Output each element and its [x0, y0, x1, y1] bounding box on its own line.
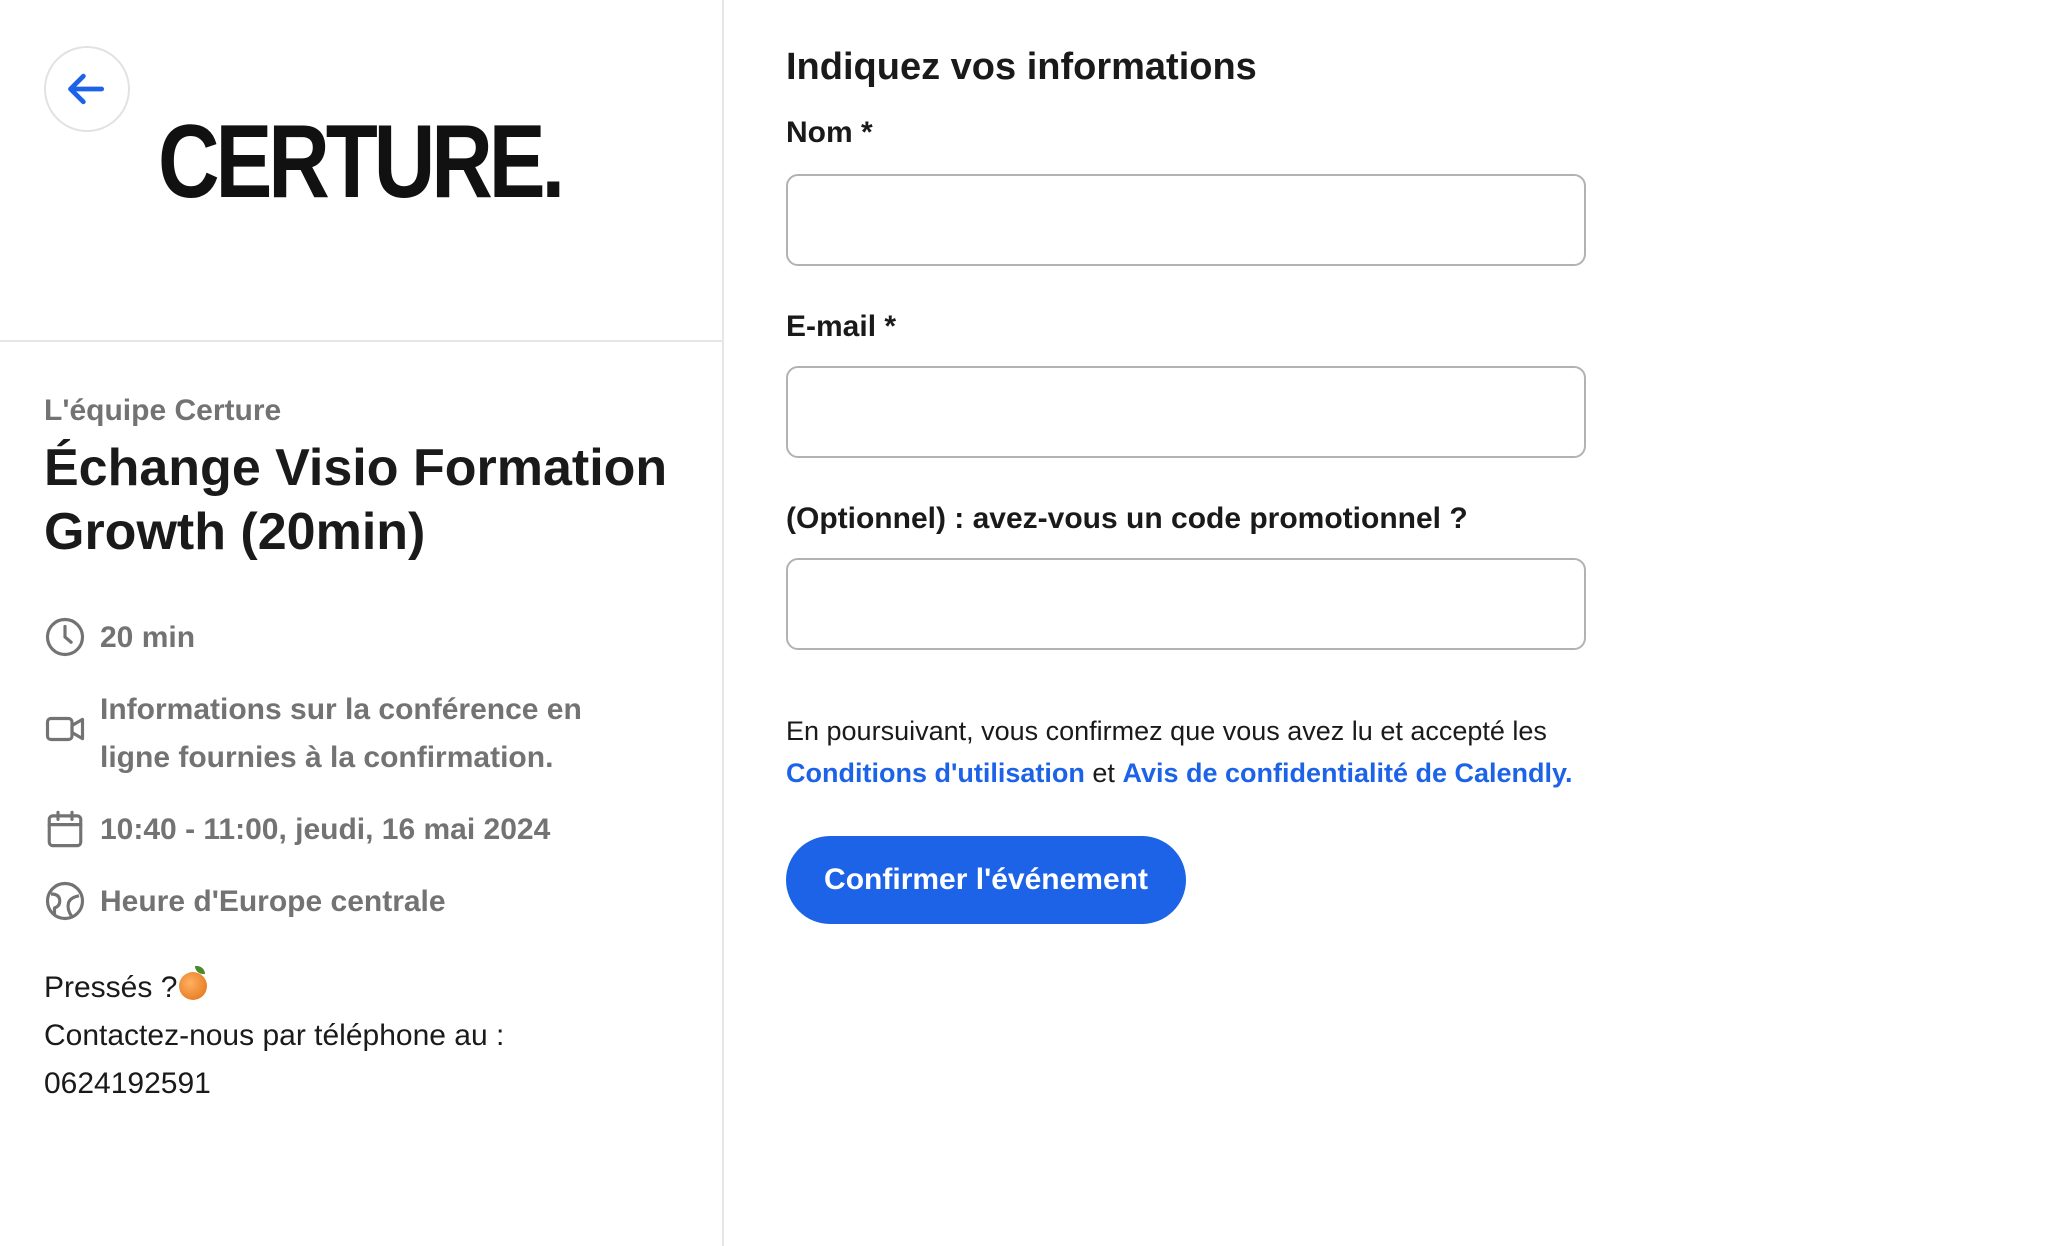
- globe-icon: [45, 881, 85, 921]
- duration-detail: 20 min: [44, 614, 620, 662]
- timezone-text: Heure d'Europe centrale: [100, 885, 446, 918]
- conference-info-text: Informations sur la conférence en ligne …: [100, 693, 582, 774]
- contact-note: Pressés ? Contactez-nous par téléphone a…: [44, 964, 504, 1108]
- confirm-event-button[interactable]: Confirmer l'événement: [786, 836, 1186, 924]
- consent-conjunction: et: [1092, 758, 1115, 788]
- promo-code-label: (Optionnel) : avez-vous un code promotio…: [786, 502, 1468, 535]
- note-line-1: Pressés ?: [44, 971, 178, 1004]
- privacy-notice-link[interactable]: Avis de confidentialité de Calendly.: [1122, 758, 1572, 788]
- phone-number: 0624192591: [44, 1067, 211, 1100]
- clock-icon: [45, 617, 85, 657]
- conference-detail: Informations sur la conférence en ligne …: [44, 686, 620, 782]
- email-input[interactable]: [786, 366, 1586, 458]
- note-line-2: Contactez-nous par téléphone au :: [44, 1019, 505, 1052]
- terms-of-use-link[interactable]: Conditions d'utilisation: [786, 758, 1085, 788]
- form-heading: Indiquez vos informations: [786, 46, 1257, 88]
- calendar-icon: [47, 810, 83, 848]
- consent-sentence: En poursuivant, vous confirmez que vous …: [786, 716, 1547, 746]
- datetime-detail: 10:40 - 11:00, jeudi, 16 mai 2024: [44, 806, 620, 854]
- email-label: E-mail *: [786, 310, 897, 343]
- back-button[interactable]: [44, 46, 130, 132]
- datetime-text: 10:40 - 11:00, jeudi, 16 mai 2024: [100, 813, 551, 846]
- event-details-panel: CERTURE. L'équipe Certure Échange Visio …: [0, 0, 724, 1246]
- name-input[interactable]: [786, 174, 1586, 266]
- divider: [0, 340, 722, 342]
- timezone-detail: Heure d'Europe centrale: [44, 878, 620, 926]
- event-title: Échange Visio Formation Growth (20min): [44, 439, 668, 561]
- consent-text: En poursuivant, vous confirmez que vous …: [786, 710, 1606, 794]
- name-label: Nom *: [786, 116, 873, 149]
- company-logo: CERTURE.: [158, 104, 565, 220]
- duration-text: 20 min: [100, 621, 196, 654]
- organizer-name: L'équipe Certure: [44, 394, 282, 427]
- arrow-left-icon: [68, 73, 105, 105]
- video-camera-icon: [45, 716, 85, 742]
- peach-emoji-icon: [179, 966, 208, 1000]
- promo-code-input[interactable]: [786, 558, 1586, 650]
